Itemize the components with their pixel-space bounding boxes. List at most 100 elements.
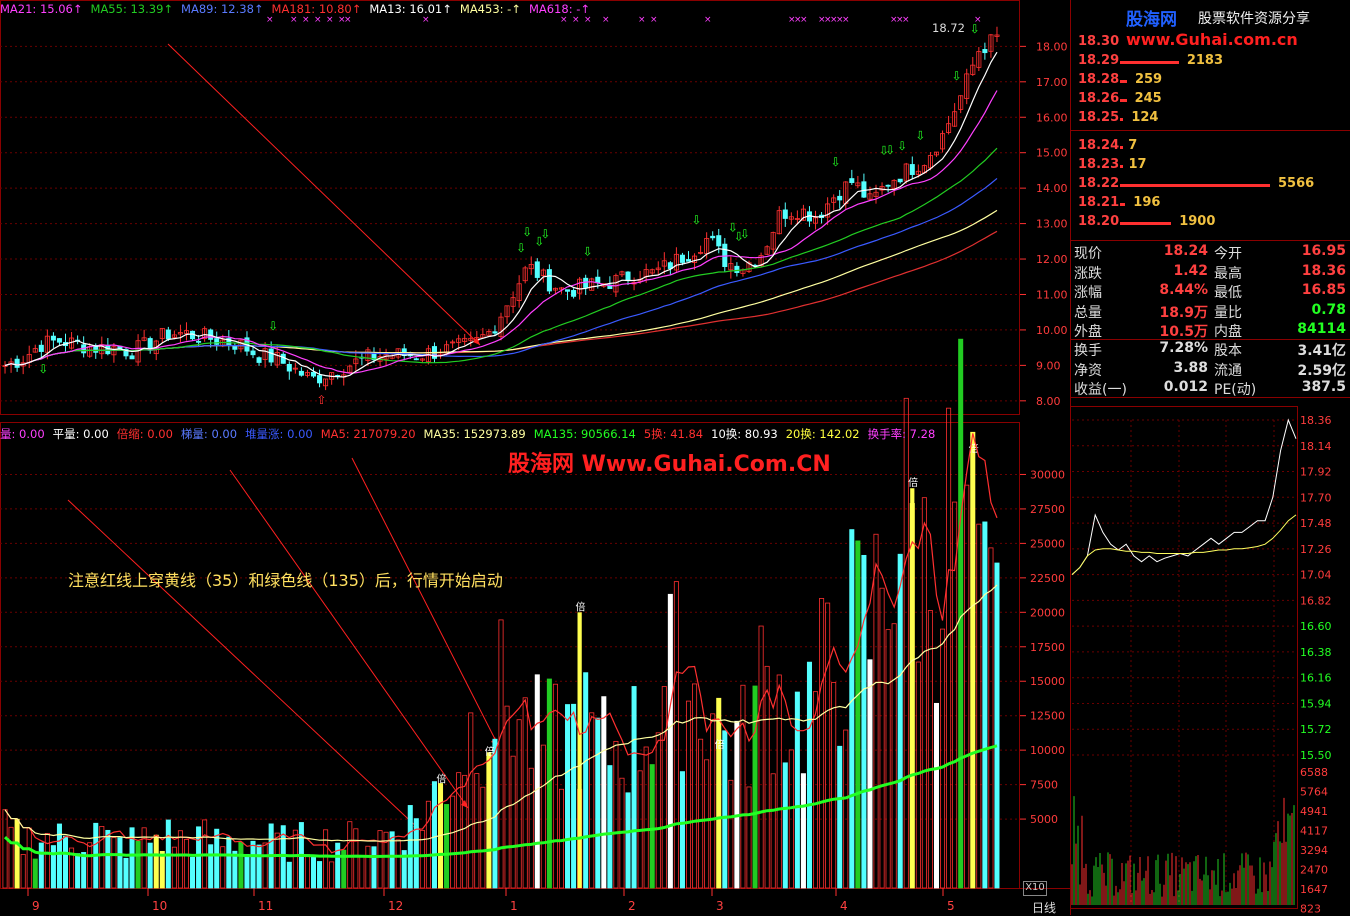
volume-bar — [698, 738, 704, 889]
price-axis-label: 8.00 — [1036, 395, 1061, 408]
stats-row: 现价 18.24 今开 16.95 — [1072, 243, 1350, 263]
volume-bar — [310, 855, 317, 889]
volume-bar — [244, 853, 250, 889]
x-mark-icon: × — [638, 15, 646, 25]
signal-arrow-icon: ⇩ — [38, 362, 48, 376]
watermark-title: 股海网 Www.Guhai.Com.CN — [508, 452, 831, 477]
candle-body — [256, 357, 262, 363]
price-axis-label: 12.00 — [1036, 253, 1068, 266]
volume-bar — [196, 826, 202, 889]
period-label[interactable]: 日线 — [1032, 899, 1056, 916]
order-price: 18.24 — [1078, 138, 1120, 153]
candle-body — [268, 348, 274, 363]
bid-row[interactable]: 18.20 1900 — [1072, 214, 1350, 233]
bid-row[interactable]: 18.21 196 — [1072, 195, 1350, 214]
ask-row[interactable]: 18.25 124 — [1072, 110, 1350, 129]
pointer-arrow — [167, 43, 481, 346]
stat-label: 总量 — [1074, 304, 1102, 321]
volume-bar — [933, 702, 940, 889]
volume-bar — [353, 828, 359, 889]
intraday-price-label: 16.16 — [1300, 672, 1332, 685]
volume-legend: 量: 0.00 平量: 0.00 倍缩: 0.00 梯量: 0.00 堆量涨: 0.00… — [0, 426, 943, 441]
month-label: 3 — [716, 899, 724, 913]
candle-body — [837, 195, 843, 201]
volume-bar — [177, 830, 183, 889]
month-label: 4 — [840, 899, 848, 913]
candle-body — [710, 235, 716, 239]
candle-body — [885, 184, 891, 187]
volume-bar — [685, 700, 692, 889]
volume-axis-label: 22500 — [1030, 572, 1065, 585]
stat-value: 16.95 — [1301, 243, 1346, 259]
volume-bar — [238, 841, 244, 889]
volume-bar — [643, 746, 649, 889]
volume-bar — [679, 771, 685, 889]
price-axis-label: 15.00 — [1036, 147, 1068, 160]
order-volume-bar — [1120, 184, 1270, 187]
price-axis-label: 18.00 — [1036, 40, 1068, 53]
candle-body — [546, 269, 552, 292]
volume-bar — [855, 540, 861, 889]
volume-bar — [474, 773, 480, 889]
volume-bar — [117, 837, 123, 889]
volume-bar — [462, 774, 468, 889]
volume-bar — [927, 610, 933, 889]
bid-row[interactable]: 18.22 5566 — [1072, 176, 1350, 195]
candle-body — [782, 209, 788, 219]
volume-axis-label: 12500 — [1030, 710, 1065, 723]
volume-bar — [552, 683, 558, 889]
price-axis-label: 16.00 — [1036, 111, 1068, 124]
bid-row[interactable]: 18.23 17 — [1072, 157, 1350, 176]
candle-body — [492, 331, 498, 334]
volume-bar — [159, 850, 165, 889]
legend-item: MA21: 15.06↑ — [0, 2, 83, 16]
bid-row[interactable]: 18.24 7 — [1072, 138, 1350, 157]
volume-bar — [825, 602, 831, 889]
volume-bar — [565, 704, 571, 889]
stats-row: 外盘 10.5万 内盘 84114 — [1072, 321, 1350, 341]
volume-bar — [746, 786, 752, 889]
order-volume-bar — [1120, 61, 1179, 64]
candle-body — [165, 329, 171, 340]
stats-row: 涨幅 8.44% 最低 16.85 — [1072, 282, 1350, 302]
legend-item: MA89: 12.38↑ — [181, 2, 264, 16]
order-volume: 5566 — [1278, 176, 1315, 191]
volume-bar — [819, 598, 825, 889]
volume-axis-label: 10000 — [1030, 744, 1065, 757]
volume-spike-bar — [577, 612, 582, 888]
stat-value: 0.012 — [1163, 379, 1208, 395]
month-label: 12 — [388, 899, 403, 913]
volume-bar — [208, 844, 214, 889]
candle-body — [286, 363, 292, 372]
ask-row[interactable]: 18.28 259 — [1072, 72, 1350, 91]
logo-name: 股海网 — [1126, 10, 1177, 30]
candle-body — [413, 358, 419, 361]
price-axis-label: 17.00 — [1036, 76, 1068, 89]
volume-bar — [32, 858, 38, 889]
intraday-price-label: 15.50 — [1300, 749, 1332, 762]
ask-row[interactable]: 18.30 — [1072, 34, 1350, 53]
stat-value: 7.28% — [1159, 340, 1208, 356]
candle-body — [625, 271, 631, 282]
x10-button[interactable]: X10 — [1023, 881, 1047, 896]
volume-bar — [613, 740, 619, 889]
volume-bar — [958, 338, 964, 889]
bei-marker: 倍 — [908, 476, 918, 489]
candle-body — [595, 276, 601, 284]
volume-bar — [38, 842, 44, 889]
signal-arrow-icon: ⇩ — [540, 227, 550, 241]
volume-bar — [492, 738, 498, 889]
volume-bar — [304, 854, 310, 889]
volume-bar — [921, 497, 927, 889]
candle-body — [897, 178, 903, 183]
volume-bar — [262, 842, 268, 889]
volume-bar — [806, 661, 812, 889]
intraday-price-label: 18.14 — [1300, 440, 1332, 453]
stat-label: 最低 — [1214, 285, 1242, 301]
ask-row[interactable]: 18.26 245 — [1072, 91, 1350, 110]
ask-row[interactable]: 18.29 2183 — [1072, 53, 1350, 72]
month-label: 5 — [947, 899, 955, 913]
legend-item: 10换: 80.93 — [711, 427, 778, 441]
month-label: 1 — [510, 899, 518, 913]
volume-spike-bar — [486, 757, 492, 888]
